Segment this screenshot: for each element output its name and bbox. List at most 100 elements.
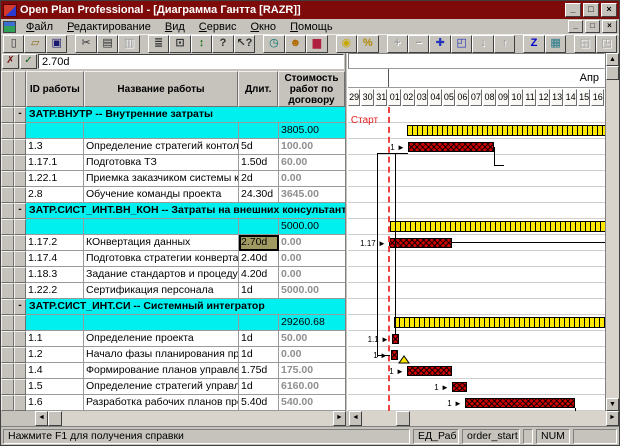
cell-edit-input[interactable] — [38, 54, 344, 69]
row-selector[interactable] — [1, 171, 14, 187]
minimize-button[interactable]: _ — [565, 3, 581, 17]
cell-cost[interactable]: 175.00 — [279, 363, 345, 379]
row-selector[interactable] — [1, 331, 14, 347]
cell-name[interactable]: КОнвертация данных — [84, 235, 239, 251]
cell-cost[interactable]: 540.00 — [279, 395, 345, 411]
cell-cost[interactable]: 0.00 — [279, 235, 345, 251]
cell-duration[interactable]: 4.20d — [239, 267, 279, 283]
day-cell[interactable]: 15 — [578, 89, 591, 106]
day-cell[interactable]: 06 — [456, 89, 469, 106]
child-close-button[interactable]: × — [602, 20, 617, 33]
cell-cost[interactable]: 3645.00 — [279, 187, 345, 203]
cell-name[interactable]: Определение стратегий контоля и отч — [84, 139, 239, 155]
row-selector[interactable] — [1, 395, 14, 411]
cell-name[interactable]: Разработка рабочих планов проекта — [84, 395, 239, 411]
vscroll-track[interactable] — [606, 80, 619, 398]
row-selector[interactable] — [1, 123, 14, 139]
print-preview-button[interactable]: ⊡ — [169, 35, 190, 53]
column-header-1[interactable]: ID работы — [26, 71, 84, 107]
day-cell[interactable]: 11 — [524, 89, 537, 106]
day-cell[interactable]: 31 — [375, 89, 388, 106]
day-cell[interactable]: 10 — [510, 89, 523, 106]
child-restore-button[interactable]: □ — [585, 20, 600, 33]
cell-duration[interactable]: 1d — [239, 283, 279, 299]
cell-duration[interactable]: 2.70d — [239, 235, 279, 251]
scroll-down-button[interactable]: ▼ — [606, 398, 619, 411]
cell-cost[interactable]: 100.00 — [279, 139, 345, 155]
gantt-scroll-left-button[interactable]: ◄ — [349, 411, 362, 426]
edit-cancel-button[interactable]: ✗ — [2, 54, 19, 69]
row-selector[interactable] — [1, 267, 14, 283]
cell-name[interactable]: Сертификация персонала — [84, 283, 239, 299]
percent-button[interactable]: % — [357, 35, 378, 53]
cell-duration[interactable]: 2d — [239, 171, 279, 187]
cell-id[interactable]: 1.17.4 — [26, 251, 84, 267]
menu-item-6[interactable]: Помощь — [283, 21, 340, 33]
cell-name[interactable]: Формирование планов управления — [84, 363, 239, 379]
day-cell[interactable]: 03 — [416, 89, 429, 106]
row-selector[interactable] — [1, 203, 14, 219]
day-cell[interactable]: 29 — [348, 89, 361, 106]
row-selector[interactable] — [1, 363, 14, 379]
day-cell[interactable]: 09 — [497, 89, 510, 106]
day-cell[interactable]: 30 — [361, 89, 374, 106]
gantt-hscroll-track[interactable] — [410, 411, 606, 426]
insert-sub-button[interactable]: ✚ — [429, 35, 450, 53]
cell-duration[interactable]: 1.75d — [239, 363, 279, 379]
table-hscroll-thumb[interactable] — [48, 411, 62, 426]
row-selector[interactable] — [1, 235, 14, 251]
cell-id[interactable]: 1.17.2 — [26, 235, 84, 251]
row-selector[interactable] — [1, 251, 14, 267]
day-cell[interactable]: 04 — [429, 89, 442, 106]
cell-cost[interactable]: 5000.00 — [279, 283, 345, 299]
table-scroll-left-button[interactable]: ◄ — [35, 411, 48, 426]
row-expander[interactable]: - — [14, 299, 26, 315]
cell-name[interactable]: Приемка заказчиком системы клиент — [84, 171, 239, 187]
timescale-button[interactable]: Z — [523, 35, 544, 53]
task-bar[interactable] — [389, 238, 452, 248]
cell-name[interactable]: Начало фазы планирования проекта — [84, 347, 239, 363]
cell-name[interactable] — [84, 315, 239, 331]
restore-button[interactable]: □ — [583, 3, 599, 17]
cell-id[interactable]: 1.17.1 — [26, 155, 84, 171]
group-label-cell[interactable]: ЗАТР.СИСТ_ИНТ.СИ -- Системный интегратор — [26, 299, 345, 315]
sort-button[interactable]: ↕ — [191, 35, 212, 53]
summary-bar[interactable] — [390, 221, 605, 232]
menu-item-5[interactable]: Окно — [243, 21, 283, 33]
row-expander[interactable]: - — [14, 107, 26, 123]
cell-id[interactable] — [26, 123, 84, 139]
cell-cost[interactable]: 60.00 — [279, 155, 345, 171]
context-help-button[interactable]: ↖? — [234, 35, 255, 53]
histogram-button[interactable]: ▆ — [306, 35, 327, 53]
cell-duration[interactable] — [239, 219, 279, 235]
row-selector[interactable] — [1, 283, 14, 299]
column-header-4[interactable]: Стоимость работ по договору — [278, 71, 345, 107]
cell-duration[interactable]: 5.40d — [239, 395, 279, 411]
cell-name[interactable] — [84, 123, 239, 139]
vscroll-thumb[interactable] — [606, 66, 619, 80]
menu-item-3[interactable]: Вид — [158, 21, 192, 33]
cell-duration[interactable]: 2.40d — [239, 251, 279, 267]
cell-cost[interactable]: 50.00 — [279, 331, 345, 347]
table-hscroll-track[interactable] — [62, 411, 333, 426]
cell-duration[interactable]: 5d — [239, 139, 279, 155]
cell-id[interactable]: 1.5 — [26, 379, 84, 395]
gantt-scroll-right-button[interactable]: ► — [606, 411, 619, 426]
table-scroll-right-button[interactable]: ► — [333, 411, 346, 426]
task-bar[interactable] — [391, 350, 398, 360]
row-selector[interactable] — [1, 155, 14, 171]
help-button[interactable]: ? — [212, 35, 233, 53]
cell-duration[interactable] — [239, 315, 279, 331]
menu-item-2[interactable]: Редактирование — [60, 21, 158, 33]
row-selector[interactable] — [1, 187, 14, 203]
row-selector[interactable] — [1, 299, 14, 315]
task-bar[interactable] — [392, 334, 399, 344]
group-label-cell[interactable]: ЗАТР.СИСТ_ИНТ.ВН_КОН -- Затраты на внешн… — [26, 203, 345, 219]
views-button[interactable]: ▦ — [545, 35, 566, 53]
cell-id[interactable]: 1.6 — [26, 395, 84, 411]
cell-id[interactable] — [26, 219, 84, 235]
cell-cost[interactable]: 5000.00 — [279, 219, 345, 235]
open-button[interactable]: ▱ — [24, 35, 45, 53]
group-label-cell[interactable]: ЗАТР.ВНУТР -- Внутренние затраты — [26, 107, 345, 123]
cell-name[interactable]: Подготовка ТЗ — [84, 155, 239, 171]
